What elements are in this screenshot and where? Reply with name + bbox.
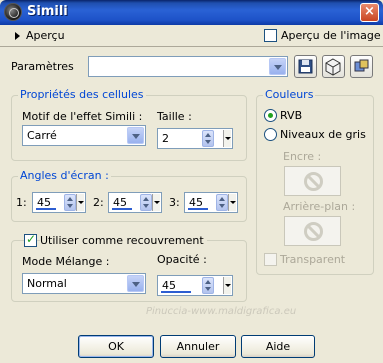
angle-3-bar <box>188 208 208 210</box>
grayscale-radio[interactable] <box>264 128 277 141</box>
angle-3-label: 3: <box>169 196 180 209</box>
preview-label[interactable]: Aperçu <box>26 29 65 42</box>
size-label: Taille : <box>157 110 192 123</box>
angle-1-label: 1: <box>16 196 27 209</box>
blend-mode-label: Mode Mélange : <box>22 255 110 268</box>
watermark-text: Pinuccia-www.maldigrafica.eu <box>146 306 297 317</box>
image-preview-label[interactable]: Aperçu de l'image <box>281 29 381 42</box>
spin-arrows-icon[interactable] <box>140 194 152 211</box>
ink-label: Encre : <box>283 150 322 163</box>
randomize-button[interactable] <box>350 55 373 78</box>
preset-combo[interactable] <box>88 56 288 77</box>
window-title: Simili <box>27 4 68 19</box>
size-value: 2 <box>162 132 169 145</box>
help-button[interactable]: Aide <box>241 335 315 358</box>
cube-icon <box>325 58 341 76</box>
spin-arrows-icon[interactable] <box>64 194 76 211</box>
dropdown-icon[interactable] <box>76 194 84 211</box>
divider <box>0 46 383 47</box>
dropdown-icon[interactable] <box>223 277 231 294</box>
background-swatch <box>284 216 341 246</box>
angle-1-spinner[interactable]: 45 <box>32 192 86 213</box>
spin-arrows-icon[interactable] <box>216 194 228 211</box>
app-icon <box>4 3 22 21</box>
size-spinner[interactable]: 2 <box>157 128 233 149</box>
params-label: Paramètres <box>11 60 74 73</box>
floppy-icon <box>298 59 313 74</box>
angle-2-spinner[interactable]: 45 <box>108 192 162 213</box>
chevron-down-icon[interactable] <box>127 127 144 144</box>
blend-mode-combo[interactable]: Normal <box>22 273 146 294</box>
image-preview-checkbox[interactable] <box>264 29 277 42</box>
angle-2-label: 2: <box>93 196 104 209</box>
random-icon <box>354 59 369 72</box>
motif-combo[interactable]: Carré <box>22 125 146 146</box>
cell-properties-title: Propriétés des cellules <box>18 88 146 101</box>
transparent-checkbox <box>264 253 277 266</box>
angle-2-bar <box>112 208 132 210</box>
opacity-label: Opacité : <box>157 253 207 266</box>
angle-1-bar <box>36 208 56 210</box>
rgb-label[interactable]: RVB <box>280 109 302 122</box>
ink-swatch <box>284 166 341 196</box>
dropdown-icon[interactable] <box>228 194 236 211</box>
dropdown-icon[interactable] <box>223 130 231 147</box>
expand-preview-icon[interactable] <box>15 32 20 40</box>
screen-angles-title: Angles d'écran : <box>18 169 111 182</box>
no-color-icon <box>304 172 323 191</box>
colors-title: Couleurs <box>263 88 316 101</box>
angle-3-spinner[interactable]: 45 <box>184 192 238 213</box>
background-label: Arrière-plan : <box>283 200 356 213</box>
opacity-bar <box>161 291 191 293</box>
rgb-radio[interactable] <box>264 109 277 122</box>
reset-button[interactable] <box>322 55 345 78</box>
opacity-spinner[interactable]: 45 <box>157 275 233 296</box>
motif-label: Motif de l'effet Simili : <box>22 110 143 123</box>
cancel-button[interactable]: Annuler <box>160 335 236 358</box>
dropdown-icon[interactable] <box>152 194 160 211</box>
chevron-down-icon[interactable] <box>127 275 144 292</box>
close-button[interactable]: × <box>360 3 379 22</box>
chevron-down-icon[interactable] <box>269 58 286 75</box>
grayscale-label[interactable]: Niveaux de gris <box>280 128 366 141</box>
no-color-icon <box>304 222 323 241</box>
transparent-label: Transparent <box>280 253 346 266</box>
dialog-window: Simili × Aperçu Aperçu de l'image Paramè… <box>0 0 383 363</box>
save-preset-button[interactable] <box>294 55 317 78</box>
overlay-label[interactable]: Utiliser comme recouvrement <box>40 234 207 247</box>
motif-value: Carré <box>27 129 57 142</box>
blend-mode-value: Normal <box>27 277 67 290</box>
overlay-checkbox[interactable] <box>24 232 37 247</box>
title-bar[interactable]: Simili × <box>0 0 383 25</box>
spin-arrows-icon[interactable] <box>202 130 214 147</box>
ok-button[interactable]: OK <box>78 335 154 358</box>
spin-arrows-icon[interactable] <box>202 277 214 294</box>
